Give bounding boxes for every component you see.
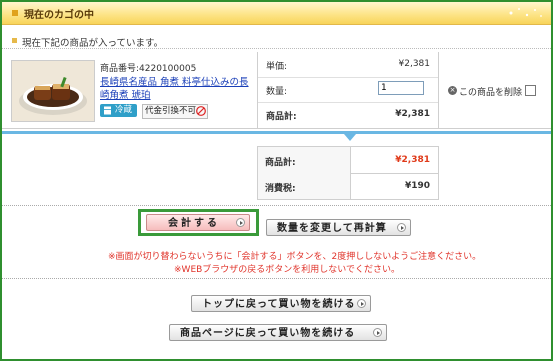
item-subtotal-row: 商品計: ¥2,381 bbox=[258, 102, 438, 127]
delete-x-icon: × bbox=[448, 86, 457, 95]
delete-item-checkbox[interactable] bbox=[525, 85, 536, 96]
recalculate-button-label: 数量を変更して再計算 bbox=[277, 223, 387, 234]
notice-bullet-icon bbox=[12, 38, 17, 43]
summary-tax-label: 消費税: bbox=[265, 184, 296, 194]
item-subtotal-value: ¥2,381 bbox=[395, 109, 430, 119]
continue-shopping-product-button[interactable]: 商品ページに戻って買い物を続ける bbox=[169, 324, 387, 341]
continue-shopping-product-label: 商品ページに戻って買い物を続ける bbox=[180, 328, 356, 339]
summary-tax-label-cell: 消費税: bbox=[258, 173, 351, 199]
summary-tax-value: ¥190 bbox=[404, 181, 430, 191]
cart-notice-text: 現在下記の商品が入っています。 bbox=[22, 38, 164, 49]
summary-divider bbox=[2, 131, 551, 134]
summary-total-value: ¥2,381 bbox=[395, 155, 430, 165]
delete-item-control: × この商品を削除 bbox=[448, 85, 548, 99]
order-summary-table: 商品計: ¥2,381 消費税: ¥190 bbox=[257, 146, 439, 200]
delete-item-label: この商品を削除 bbox=[459, 88, 523, 98]
quantity-label: 数量: bbox=[266, 87, 288, 97]
actions-divider bbox=[2, 205, 551, 207]
back-button-warning: ※WEBブラウザの戻るボタンを利用しないでください。 bbox=[174, 265, 401, 275]
sparkle-ornament-icon bbox=[509, 8, 542, 17]
unit-price-row: 単価: ¥2,381 bbox=[258, 52, 438, 78]
refrigerated-badge: 冷蔵 bbox=[100, 104, 137, 117]
summary-total-row: 商品計: ¥2,381 bbox=[258, 147, 438, 174]
checkout-button[interactable]: 会計する bbox=[146, 214, 250, 231]
product-number: 商品番号:4220100005 bbox=[100, 64, 197, 74]
product-info: 商品番号:4220100005 長崎県名産品 角煮 料亭仕込みの長崎角煮 琥珀 … bbox=[100, 63, 258, 119]
unit-price-label: 単価: bbox=[266, 62, 288, 72]
refrigerated-label: 冷蔵 bbox=[115, 105, 133, 115]
recalculate-button[interactable]: 数量を変更して再計算 bbox=[266, 219, 411, 236]
warning-divider bbox=[2, 278, 551, 280]
continue-shopping-top-button[interactable]: トップに戻って買い物を続ける bbox=[191, 295, 371, 312]
header-bullet-icon bbox=[12, 10, 18, 16]
product-badges: 冷蔵 代金引換不可 bbox=[100, 104, 258, 119]
arrow-right-icon bbox=[236, 218, 245, 227]
food-photo-icon bbox=[12, 61, 94, 121]
cart-panel: 現在のカゴの中 現在下記の商品が入っています。 商品番号:4220100005 … bbox=[0, 0, 553, 361]
cart-title: 現在のカゴの中 bbox=[24, 10, 94, 21]
item-subtotal-label: 商品計: bbox=[266, 112, 297, 122]
summary-total-label: 商品計: bbox=[265, 158, 296, 168]
summary-tax-row: 消費税: ¥190 bbox=[258, 173, 438, 199]
arrow-right-icon bbox=[397, 223, 406, 232]
prohibited-icon bbox=[196, 106, 206, 116]
quantity-row: 数量: bbox=[258, 77, 438, 103]
continue-shopping-top-label: トップに戻って買い物を続ける bbox=[202, 299, 356, 310]
arrow-right-icon bbox=[357, 299, 366, 308]
cod-unavailable-badge: 代金引換不可 bbox=[142, 104, 208, 119]
checkout-button-label: 会計する bbox=[168, 218, 220, 229]
arrow-right-icon bbox=[373, 328, 382, 337]
item-price-table: 単価: ¥2,381 数量: 商品計: ¥2,381 bbox=[257, 52, 439, 128]
refrigerator-icon bbox=[104, 106, 111, 115]
double-click-warning: ※画面が切り替わらないうちに「会計する」ボタンを、2度押ししないようご注意くださ… bbox=[108, 252, 482, 262]
unit-price-value: ¥2,381 bbox=[398, 59, 431, 69]
cart-item-row: 商品番号:4220100005 長崎県名産品 角煮 料亭仕込みの長崎角煮 琥珀 … bbox=[2, 52, 551, 129]
cod-unavailable-label: 代金引換不可 bbox=[145, 106, 197, 116]
quantity-input[interactable] bbox=[378, 81, 424, 95]
summary-total-label-cell: 商品計: bbox=[258, 147, 351, 173]
cart-header: 現在のカゴの中 bbox=[2, 2, 551, 25]
down-arrow-icon bbox=[344, 134, 356, 141]
product-name-link[interactable]: 長崎県名産品 角煮 料亭仕込みの長崎角煮 琥珀 bbox=[100, 76, 258, 102]
cart-notice: 現在下記の商品が入っています。 bbox=[2, 32, 551, 49]
product-image[interactable] bbox=[11, 60, 95, 122]
